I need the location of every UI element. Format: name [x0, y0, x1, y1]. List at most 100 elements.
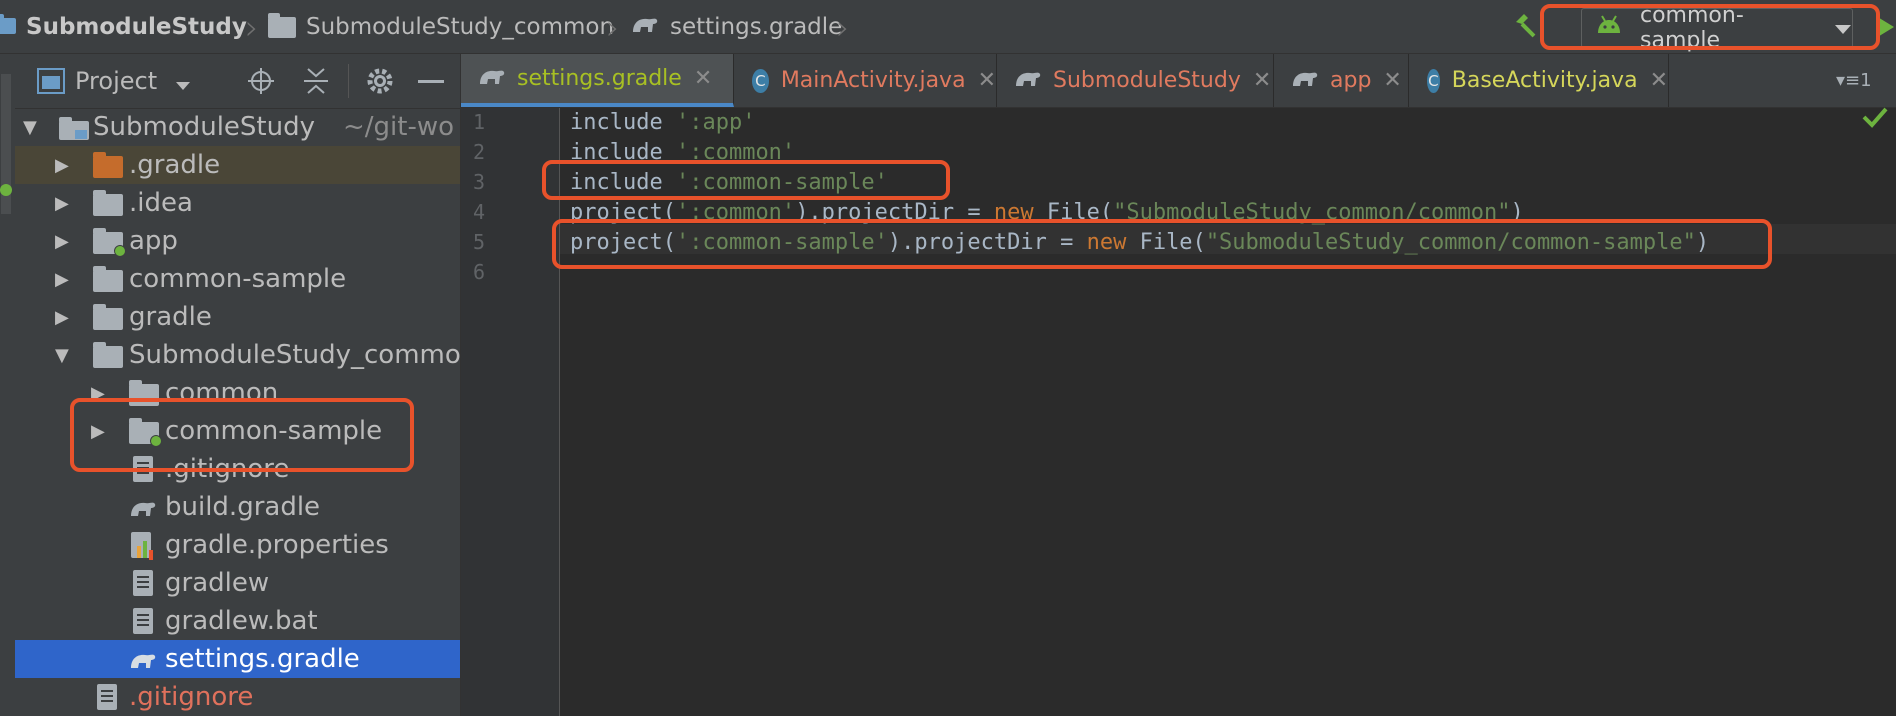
breadcrumb-separator: › — [245, 8, 259, 48]
run-play-icon[interactable] — [1872, 12, 1896, 46]
tree-item-label: .gitignore — [165, 454, 290, 484]
expand-arrow-icon[interactable]: ▶ — [91, 383, 105, 404]
tab-submodulestudy[interactable]: SubmoduleStudy ✕ — [997, 54, 1274, 107]
editor-tab-bar: settings.gradle ✕ C MainActivity.java ✕ … — [461, 54, 1896, 108]
tree-item-label: app — [129, 226, 178, 256]
tree-item-submodulestudy[interactable]: ▼ SubmoduleStudy ~/git-wo — [15, 108, 460, 146]
project-icon — [0, 12, 16, 42]
tree-item-gradle[interactable]: ▶ gradle — [15, 298, 460, 336]
locate-icon[interactable] — [247, 67, 275, 101]
close-icon[interactable]: ✕ — [1383, 68, 1401, 93]
file-icon — [133, 456, 153, 482]
code-line[interactable]: include ':common' — [570, 138, 795, 168]
build-hammer-icon[interactable] — [1510, 10, 1540, 44]
code-line[interactable]: project(':common').projectDir = new File… — [570, 198, 1524, 228]
code-editor[interactable]: include ':app' include ':common' include '… — [570, 108, 1896, 716]
resource-manager-icon[interactable] — [0, 184, 12, 196]
tab-label: app — [1330, 68, 1372, 93]
tree-item-app[interactable]: ▶ app — [15, 222, 460, 260]
close-icon[interactable]: ✕ — [694, 66, 712, 91]
tab-settings-gradle[interactable]: settings.gradle ✕ — [461, 54, 734, 107]
code-line[interactable]: project(':common-sample').projectDir = n… — [570, 228, 1709, 258]
gradle-icon — [477, 64, 507, 94]
tab-list-icon[interactable]: ▾≡1 — [1836, 70, 1872, 91]
tab-label: settings.gradle — [517, 66, 682, 91]
folder-orange-icon — [93, 152, 123, 178]
breadcrumb-item-project[interactable]: SubmoduleStudy — [0, 0, 247, 54]
project-panel: Project ▼ SubmoduleStudy ~/git-wo ▶ .gra… — [15, 54, 461, 716]
breadcrumb-item-folder[interactable]: SubmoduleStudy_common — [268, 0, 614, 54]
gradle-icon — [127, 496, 159, 527]
code-token: ':app' — [675, 110, 756, 135]
tree-item-common-sample-root[interactable]: ▶ common-sample — [15, 260, 460, 298]
tab-mainactivity[interactable]: C MainActivity.java ✕ — [734, 54, 997, 107]
expand-arrow-icon[interactable]: ▶ — [91, 421, 105, 442]
tree-item-gitignore-inner[interactable]: .gitignore — [15, 450, 460, 488]
tree-item-label: .idea — [129, 188, 193, 218]
code-line[interactable]: include ':app' — [570, 108, 755, 138]
expand-arrow-icon[interactable]: ▶ — [55, 155, 69, 176]
folder-icon — [268, 12, 296, 38]
tree-item-gradle-properties[interactable]: gradle.properties — [15, 526, 460, 564]
breadcrumb-separator: › — [836, 8, 850, 48]
tree-item-label: common-sample — [129, 264, 347, 294]
tree-item-submodulestudy-common[interactable]: ▼ SubmoduleStudy_commo — [15, 336, 461, 374]
breadcrumb-item-file[interactable]: settings.gradle — [630, 0, 842, 54]
tab-app[interactable]: app ✕ — [1274, 54, 1409, 107]
expand-arrow-icon[interactable]: ▼ — [23, 117, 37, 138]
tree-item-gradlew-bat[interactable]: gradlew.bat — [15, 602, 460, 640]
tree-item-gitignore-root[interactable]: .gitignore — [15, 678, 460, 716]
tab-baseactivity[interactable]: C BaseActivity.java ✕ — [1409, 54, 1669, 107]
close-icon[interactable]: ✕ — [1253, 68, 1271, 93]
project-view-icon — [37, 68, 65, 100]
module-folder-icon — [129, 418, 162, 447]
tree-item-label: SubmoduleStudy_commo — [129, 340, 461, 370]
file-icon — [97, 684, 117, 710]
code-token: ).projectDir = — [795, 200, 994, 225]
file-icon — [133, 608, 153, 634]
tree-item-label: SubmoduleStudy — [93, 112, 315, 142]
chevron-down-icon[interactable] — [175, 70, 191, 98]
code-token: include — [570, 140, 676, 165]
project-folder-icon — [59, 116, 89, 147]
line-number: 1 — [473, 110, 486, 134]
close-icon[interactable]: ✕ — [1650, 68, 1668, 93]
code-token: ':common-sample' — [675, 230, 888, 255]
tree-item-label: common-sample — [165, 416, 383, 446]
tree-item-gradlew[interactable]: gradlew — [15, 564, 460, 602]
editor-gutter: 1 2 3 4 5 6 — [461, 108, 560, 716]
run-configuration-dropdown[interactable]: common-sample — [1581, 3, 1853, 53]
project-panel-title[interactable]: Project — [75, 67, 157, 95]
tree-item-label: .gitignore — [129, 682, 254, 712]
project-panel-header: Project — [15, 54, 460, 109]
close-icon[interactable]: ✕ — [978, 68, 996, 93]
gradle-icon — [1290, 66, 1320, 96]
line-number: 5 — [473, 230, 486, 254]
expand-arrow-icon[interactable]: ▶ — [55, 307, 69, 328]
tab-label: BaseActivity.java — [1451, 68, 1638, 93]
minimize-icon[interactable] — [418, 80, 444, 83]
tree-item-label: common — [165, 378, 279, 408]
tree-item-label: .gradle — [129, 150, 221, 180]
gear-icon[interactable] — [365, 66, 395, 102]
collapse-all-icon[interactable] — [302, 66, 330, 102]
expand-arrow-icon[interactable]: ▶ — [55, 231, 69, 252]
tree-item-build-gradle[interactable]: build.gradle — [15, 488, 460, 526]
run-configuration-label: common-sample — [1640, 3, 1744, 53]
code-token: ) — [1695, 230, 1710, 255]
folder-icon — [93, 190, 123, 216]
code-line[interactable]: include ':common-sample' — [570, 168, 888, 198]
tree-item-common-sample[interactable]: ▶ common-sample — [15, 412, 460, 450]
code-token: File( — [1126, 230, 1206, 255]
expand-arrow-icon[interactable]: ▶ — [55, 193, 69, 214]
tree-item-idea[interactable]: ▶ .idea — [15, 184, 460, 222]
tree-item-gradle-dir[interactable]: ▶ .gradle — [15, 146, 460, 184]
breadcrumb-label: settings.gradle — [670, 14, 843, 40]
tree-item-common[interactable]: ▶ common — [15, 374, 460, 412]
tree-item-settings-gradle[interactable]: settings.gradle — [15, 640, 460, 678]
breadcrumb-label: SubmoduleStudy_common — [306, 14, 615, 40]
expand-arrow-icon[interactable]: ▼ — [55, 345, 69, 366]
class-icon: C — [1427, 68, 1440, 93]
code-token: ) — [1510, 200, 1524, 225]
expand-arrow-icon[interactable]: ▶ — [55, 269, 69, 290]
